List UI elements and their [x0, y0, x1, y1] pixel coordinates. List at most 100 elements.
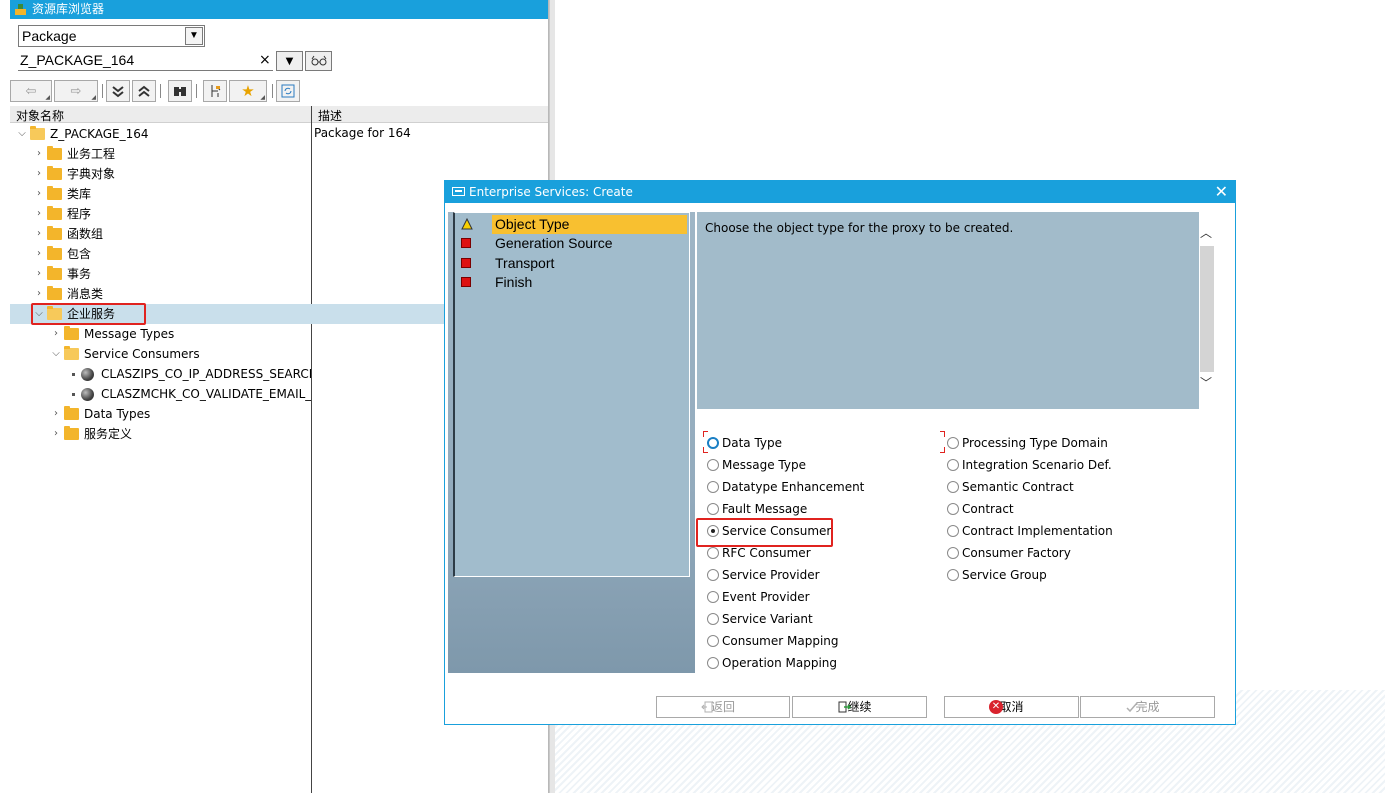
radio-circle[interactable] [707, 459, 719, 471]
radio-circle[interactable] [707, 657, 719, 669]
dialog-title-bar[interactable]: Enterprise Services: Create ✕ [445, 181, 1235, 203]
tree-node-item[interactable]: › 字典对象 [33, 164, 303, 184]
tree-node-item[interactable]: › 消息类 [33, 284, 303, 304]
cancel-button-label: 取消 [999, 700, 1024, 714]
info-panel: Choose the object type for the proxy to … [697, 212, 1199, 409]
favorites-star-icon[interactable]: ★ ◢ [229, 80, 267, 102]
column-object-name[interactable]: 对象名称 [16, 107, 64, 124]
radio-label: Data Type [722, 436, 783, 450]
service-consumer-icon [81, 388, 94, 401]
folder-icon [64, 326, 79, 340]
radio-label: Processing Type Domain [962, 436, 1108, 450]
radio-circle[interactable] [947, 481, 959, 493]
forward-arrow-icon[interactable]: ⇨ ◢ [54, 80, 98, 102]
chevron-right-icon[interactable]: › [50, 404, 62, 424]
chevron-down-icon[interactable]: ▼ [185, 27, 203, 45]
refresh-icon[interactable] [276, 80, 300, 102]
column-description[interactable]: 描述 [318, 107, 342, 124]
tree-node-consumer[interactable]: CLASZMCHK_CO_VALIDATE_EMAIL_W [70, 384, 311, 404]
tree-node-item[interactable]: › 业务工程 [33, 144, 303, 164]
chevron-right-icon[interactable]: › [50, 424, 62, 444]
radio-circle[interactable] [947, 459, 959, 471]
chevron-right-icon[interactable]: › [33, 164, 45, 184]
chevron-right-icon[interactable]: › [33, 264, 45, 284]
tree-node-item[interactable]: › Data Types [50, 404, 305, 424]
scrollbar-thumb[interactable] [1200, 246, 1214, 372]
radio-label: Operation Mapping [722, 656, 838, 670]
chevron-right-icon[interactable]: › [33, 184, 45, 204]
cancel-button[interactable]: ✕ 取消 [944, 696, 1079, 718]
tree-label: 包含 [67, 247, 92, 261]
radio-circle[interactable] [947, 569, 959, 581]
continue-button[interactable]: 继续 [792, 696, 927, 718]
step-label: Finish [495, 274, 533, 290]
tree-node-item[interactable]: › 程序 [33, 204, 303, 224]
chevron-right-icon[interactable]: › [33, 244, 45, 264]
radio-circle[interactable] [707, 503, 719, 515]
back-button[interactable]: 返回 [656, 696, 790, 718]
tree-node-item[interactable]: › 包含 [33, 244, 303, 264]
radio-circle[interactable] [947, 437, 959, 449]
clear-icon[interactable]: × [259, 50, 271, 70]
radio-label: Consumer Mapping [722, 634, 839, 648]
display-glasses-icon[interactable] [305, 51, 332, 71]
expand-all-icon[interactable] [106, 80, 130, 102]
tree-label: 类库 [67, 187, 92, 201]
tree-node-item[interactable]: › 事务 [33, 264, 303, 284]
chevron-right-icon[interactable]: › [33, 204, 45, 224]
chevron-down-icon[interactable]: ⌵ [50, 344, 62, 364]
tree-node-item[interactable]: › Message Types [50, 324, 305, 344]
chevron-right-icon[interactable]: › [50, 324, 62, 344]
object-name-value: Z_PACKAGE_164 [20, 52, 135, 68]
tree-label: 服务定义 [84, 427, 133, 441]
radio-circle[interactable] [707, 569, 719, 581]
radio-label: Service Variant [722, 612, 813, 626]
tree-node-item[interactable]: › 函数组 [33, 224, 303, 244]
radio-circle[interactable] [707, 547, 719, 559]
folder-icon [47, 246, 62, 260]
focus-bracket [703, 447, 708, 453]
tree-node-item[interactable]: › 服务定义 [50, 424, 305, 444]
tree-node-service-consumers[interactable]: ⌵ Service Consumers [50, 344, 305, 364]
step-transport: Transport [455, 254, 689, 273]
radio-circle[interactable] [707, 613, 719, 625]
chevron-down-icon[interactable]: ⌵ [16, 124, 28, 144]
radio-circle[interactable] [707, 437, 719, 449]
radio-circle[interactable] [947, 503, 959, 515]
object-name-input[interactable]: Z_PACKAGE_164 [18, 50, 273, 71]
radio-label: Contract Implementation [962, 524, 1113, 538]
radio-circle[interactable] [947, 525, 959, 537]
column-divider[interactable] [311, 106, 312, 793]
folder-open-icon [64, 346, 79, 360]
step-generation-source: Generation Source [455, 234, 689, 253]
back-arrow-icon[interactable]: ⇦ ◢ [10, 80, 52, 102]
collapse-all-icon[interactable] [132, 80, 156, 102]
radio-circle[interactable] [707, 591, 719, 603]
complete-button[interactable]: 完成 [1080, 696, 1215, 718]
info-scrollbar[interactable]: ︿ ﹀ [1199, 212, 1215, 409]
radio-circle[interactable] [947, 547, 959, 559]
tree-node-consumer[interactable]: CLASZIPS_CO_IP_ADDRESS_SEARCH_ [70, 364, 311, 384]
chevron-up-icon[interactable]: ︿ [1200, 224, 1212, 241]
radio-label: Fault Message [722, 502, 808, 516]
step-label: Generation Source [495, 235, 613, 251]
close-icon[interactable]: ✕ [1215, 181, 1228, 203]
binoculars-icon[interactable] [168, 80, 192, 102]
chevron-right-icon[interactable]: › [33, 224, 45, 244]
radio-circle[interactable] [707, 481, 719, 493]
object-type-select[interactable]: Package ▼ [18, 25, 205, 47]
tree-label: 事务 [67, 267, 92, 281]
radio-label: Contract [962, 502, 1014, 516]
browser-title-bar: 资源库浏览器 [10, 0, 548, 19]
chevron-down-icon[interactable]: ﹀ [1200, 374, 1212, 391]
tree-node-root[interactable]: ⌵ Z_PACKAGE_164 [16, 124, 306, 144]
tree-column-header: 对象名称 描述 [10, 106, 548, 123]
tree-node-item[interactable]: › 类库 [33, 184, 303, 204]
chevron-right-icon[interactable]: › [33, 144, 45, 164]
history-dropdown-button[interactable]: ▼ [276, 51, 303, 71]
chevron-right-icon[interactable]: › [33, 284, 45, 304]
annotation-highlight-box [31, 303, 146, 325]
hierarchy-icon[interactable] [203, 80, 227, 102]
radio-circle[interactable] [707, 635, 719, 647]
radio-label: Service Provider [722, 568, 820, 582]
